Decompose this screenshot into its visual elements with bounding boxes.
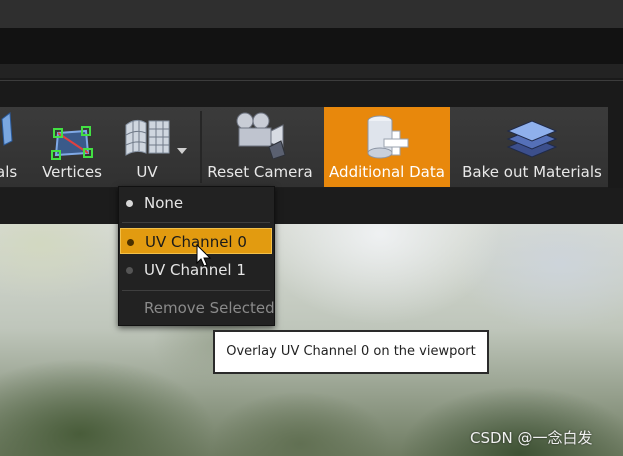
radio-dot-icon xyxy=(127,239,134,246)
mouse-cursor-icon xyxy=(196,243,212,272)
materials-icon xyxy=(0,111,14,155)
toolbar-divider xyxy=(200,111,202,183)
vertices-label: Vertices xyxy=(42,163,102,181)
watermark: CSDN @一念白发 xyxy=(470,429,593,447)
menu-item-label: UV Channel 1 xyxy=(144,261,246,279)
materials-label: als xyxy=(0,163,18,181)
radio-dot-icon xyxy=(126,267,133,274)
toolbar-header xyxy=(0,64,623,78)
bake-out-materials-button[interactable]: Bake out Materials xyxy=(460,107,604,187)
uv-grid-icon xyxy=(122,115,172,161)
reset-camera-label: Reset Camera xyxy=(207,163,313,181)
bake-out-materials-label: Bake out Materials xyxy=(462,163,602,181)
tab-strip xyxy=(0,28,623,64)
uv-label: UV xyxy=(136,163,158,181)
additional-data-button[interactable]: Additional Data xyxy=(324,107,450,187)
menu-item-remove-selected: Remove Selected xyxy=(120,295,275,321)
radio-dot-icon xyxy=(126,200,133,207)
vertices-icon xyxy=(48,123,96,165)
additional-data-label: Additional Data xyxy=(329,163,445,181)
tooltip: Overlay UV Channel 0 on the viewport xyxy=(213,330,489,374)
vertices-button[interactable]: Vertices xyxy=(38,107,106,187)
uv-button[interactable]: UV xyxy=(116,107,178,187)
menu-separator xyxy=(122,222,270,223)
menu-item-label: Remove Selected xyxy=(144,299,275,317)
materials-button[interactable]: als xyxy=(0,107,22,187)
camera-icon xyxy=(233,111,287,163)
title-bar xyxy=(0,0,623,28)
menu-item-none[interactable]: None xyxy=(120,190,272,216)
reset-camera-button[interactable]: Reset Camera xyxy=(206,107,314,187)
menu-item-label: None xyxy=(144,194,184,212)
additional-data-icon xyxy=(364,113,410,165)
separator xyxy=(0,80,623,81)
chevron-down-icon[interactable] xyxy=(177,148,187,154)
layers-icon xyxy=(504,117,560,165)
toolbar-lower-strip xyxy=(0,188,623,224)
menu-separator xyxy=(122,290,270,291)
